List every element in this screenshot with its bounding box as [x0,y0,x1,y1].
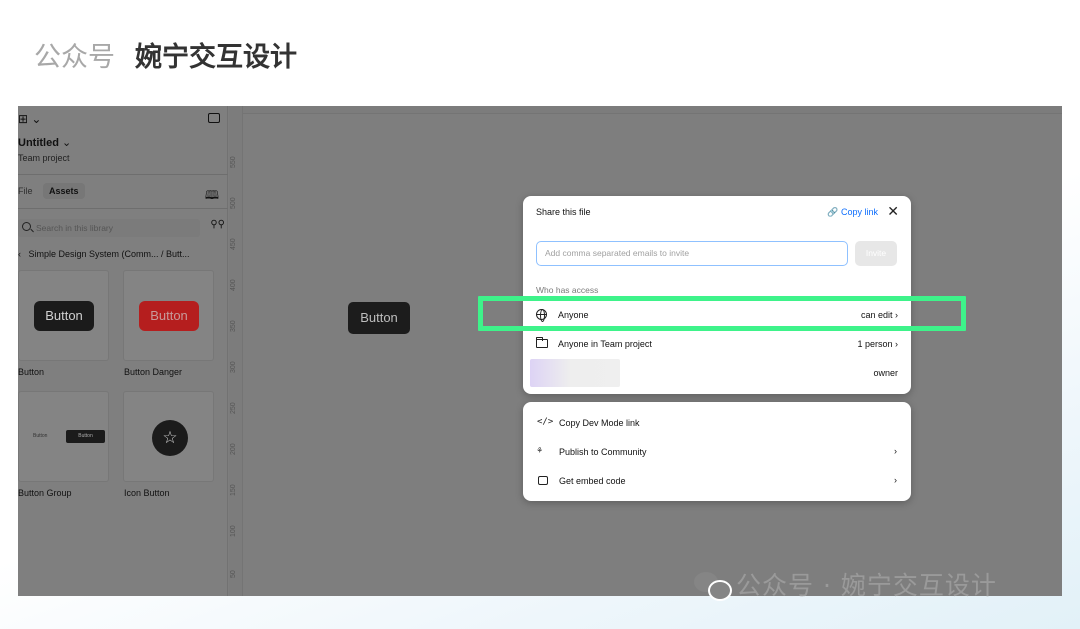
chevron-right-icon: › [894,475,897,485]
star-icon: ☆ [152,420,188,456]
watermark-text: 公众号 · 婉宁交互设计 [736,571,997,600]
action-get-embed-code[interactable]: Get embed code › [537,473,897,491]
sidebar-tabs: File Assets [18,183,85,199]
page-header: 公众号 婉宁交互设计 [34,40,297,76]
ruler-tick: 400 [230,279,237,291]
library-search-input[interactable]: Search in this library [18,219,200,237]
horizontal-ruler [243,106,1062,114]
code-icon: </> [537,417,554,427]
ruler-tick: 350 [230,320,237,332]
library-book-icon[interactable]: 🕮 [205,186,219,207]
back-chevron-icon[interactable]: ‹ [18,249,21,259]
group-preview-right: Button [66,430,105,443]
share-dialog: Share this file 🔗 Copy link ✕ Add comma … [523,196,911,394]
copy-link-label: Copy link [840,207,878,217]
link-icon: 🔗 [827,207,839,217]
danger-button-preview: Button [139,301,199,331]
asset-label: Icon Button [124,488,170,498]
file-title[interactable]: Untitled ⌄ [18,136,71,149]
divider [18,208,228,209]
ruler-tick: 500 [230,197,237,209]
embed-icon [538,476,548,485]
filter-icon[interactable]: ⚲⚲ [210,219,225,230]
share-title: Share this file [536,207,591,217]
group-preview-left: Button [33,433,48,439]
canvas-button[interactable]: Button [348,302,410,334]
ruler-tick: 100 [230,525,237,537]
breadcrumb-text: Simple Design System (Comm... / Butt... [28,249,190,259]
owner-avatar-redacted [530,359,620,387]
close-icon[interactable]: ✕ [887,203,899,220]
header-light-text: 公众号 [34,42,115,73]
share-actions-panel: </> Copy Dev Mode link ⚘ Publish to Comm… [523,402,911,501]
asset-card-icon-button[interactable]: ☆ [123,391,214,482]
action-publish-community[interactable]: ⚘ Publish to Community › [537,444,897,462]
search-placeholder: Search in this library [36,223,114,233]
figma-menu-icon[interactable]: ⊞ ⌄ [18,112,41,126]
copy-link-button[interactable]: 🔗 Copy link [827,207,878,218]
toggle-panel-icon[interactable] [208,113,220,123]
action-label: Publish to Community [559,447,647,457]
divider [18,174,228,175]
action-copy-dev-mode-link[interactable]: </> Copy Dev Mode link [537,415,897,433]
file-subtitle: Team project [18,153,70,163]
asset-card-button-danger[interactable]: Button [123,270,214,361]
asset-card-button[interactable]: Button [18,270,109,361]
ruler-tick: 450 [230,238,237,250]
asset-card-button-group[interactable]: Button Button [18,391,109,482]
left-sidebar: ⊞ ⌄ Untitled ⌄ Team project File Assets … [18,106,228,596]
community-icon: ⚘ [537,446,543,456]
highlight-annotation [478,296,966,331]
ruler-tick: 50 [230,570,237,578]
search-icon [22,222,31,231]
tab-assets[interactable]: Assets [43,183,85,199]
asset-label: Button Group [18,488,72,498]
tab-file[interactable]: File [18,186,33,196]
who-has-access-label: Who has access [536,285,599,295]
chevron-right-icon: › [894,446,897,456]
ruler-tick: 200 [230,443,237,455]
action-label: Copy Dev Mode link [559,418,640,428]
access-name: Anyone in Team project [558,339,652,349]
wechat-icon [694,570,732,601]
breadcrumb[interactable]: ‹ Simple Design System (Comm... / Butt..… [18,249,190,259]
sidebar-toolbar: ⊞ ⌄ [18,112,228,126]
folder-icon [536,337,548,348]
access-row-team[interactable]: Anyone in Team project 1 person › [536,336,898,354]
vertical-ruler: 550 500 450 400 350 300 250 200 150 100 … [229,106,243,596]
action-label: Get embed code [559,476,626,486]
owner-label: owner [873,368,898,378]
asset-label: Button Danger [124,367,183,377]
ruler-tick: 250 [230,402,237,414]
watermark: 公众号 · 婉宁交互设计 [694,566,997,602]
ruler-tick: 150 [230,484,237,496]
permission-dropdown[interactable]: 1 person › [857,339,898,349]
invite-button[interactable]: Invite [855,241,897,266]
invite-email-input[interactable]: Add comma separated emails to invite [536,241,848,266]
ruler-tick: 300 [230,361,237,373]
asset-label: Button [18,367,45,377]
button-preview: Button [34,301,94,331]
header-bold-text: 婉宁交互设计 [135,42,297,73]
ruler-tick: 550 [230,156,237,168]
